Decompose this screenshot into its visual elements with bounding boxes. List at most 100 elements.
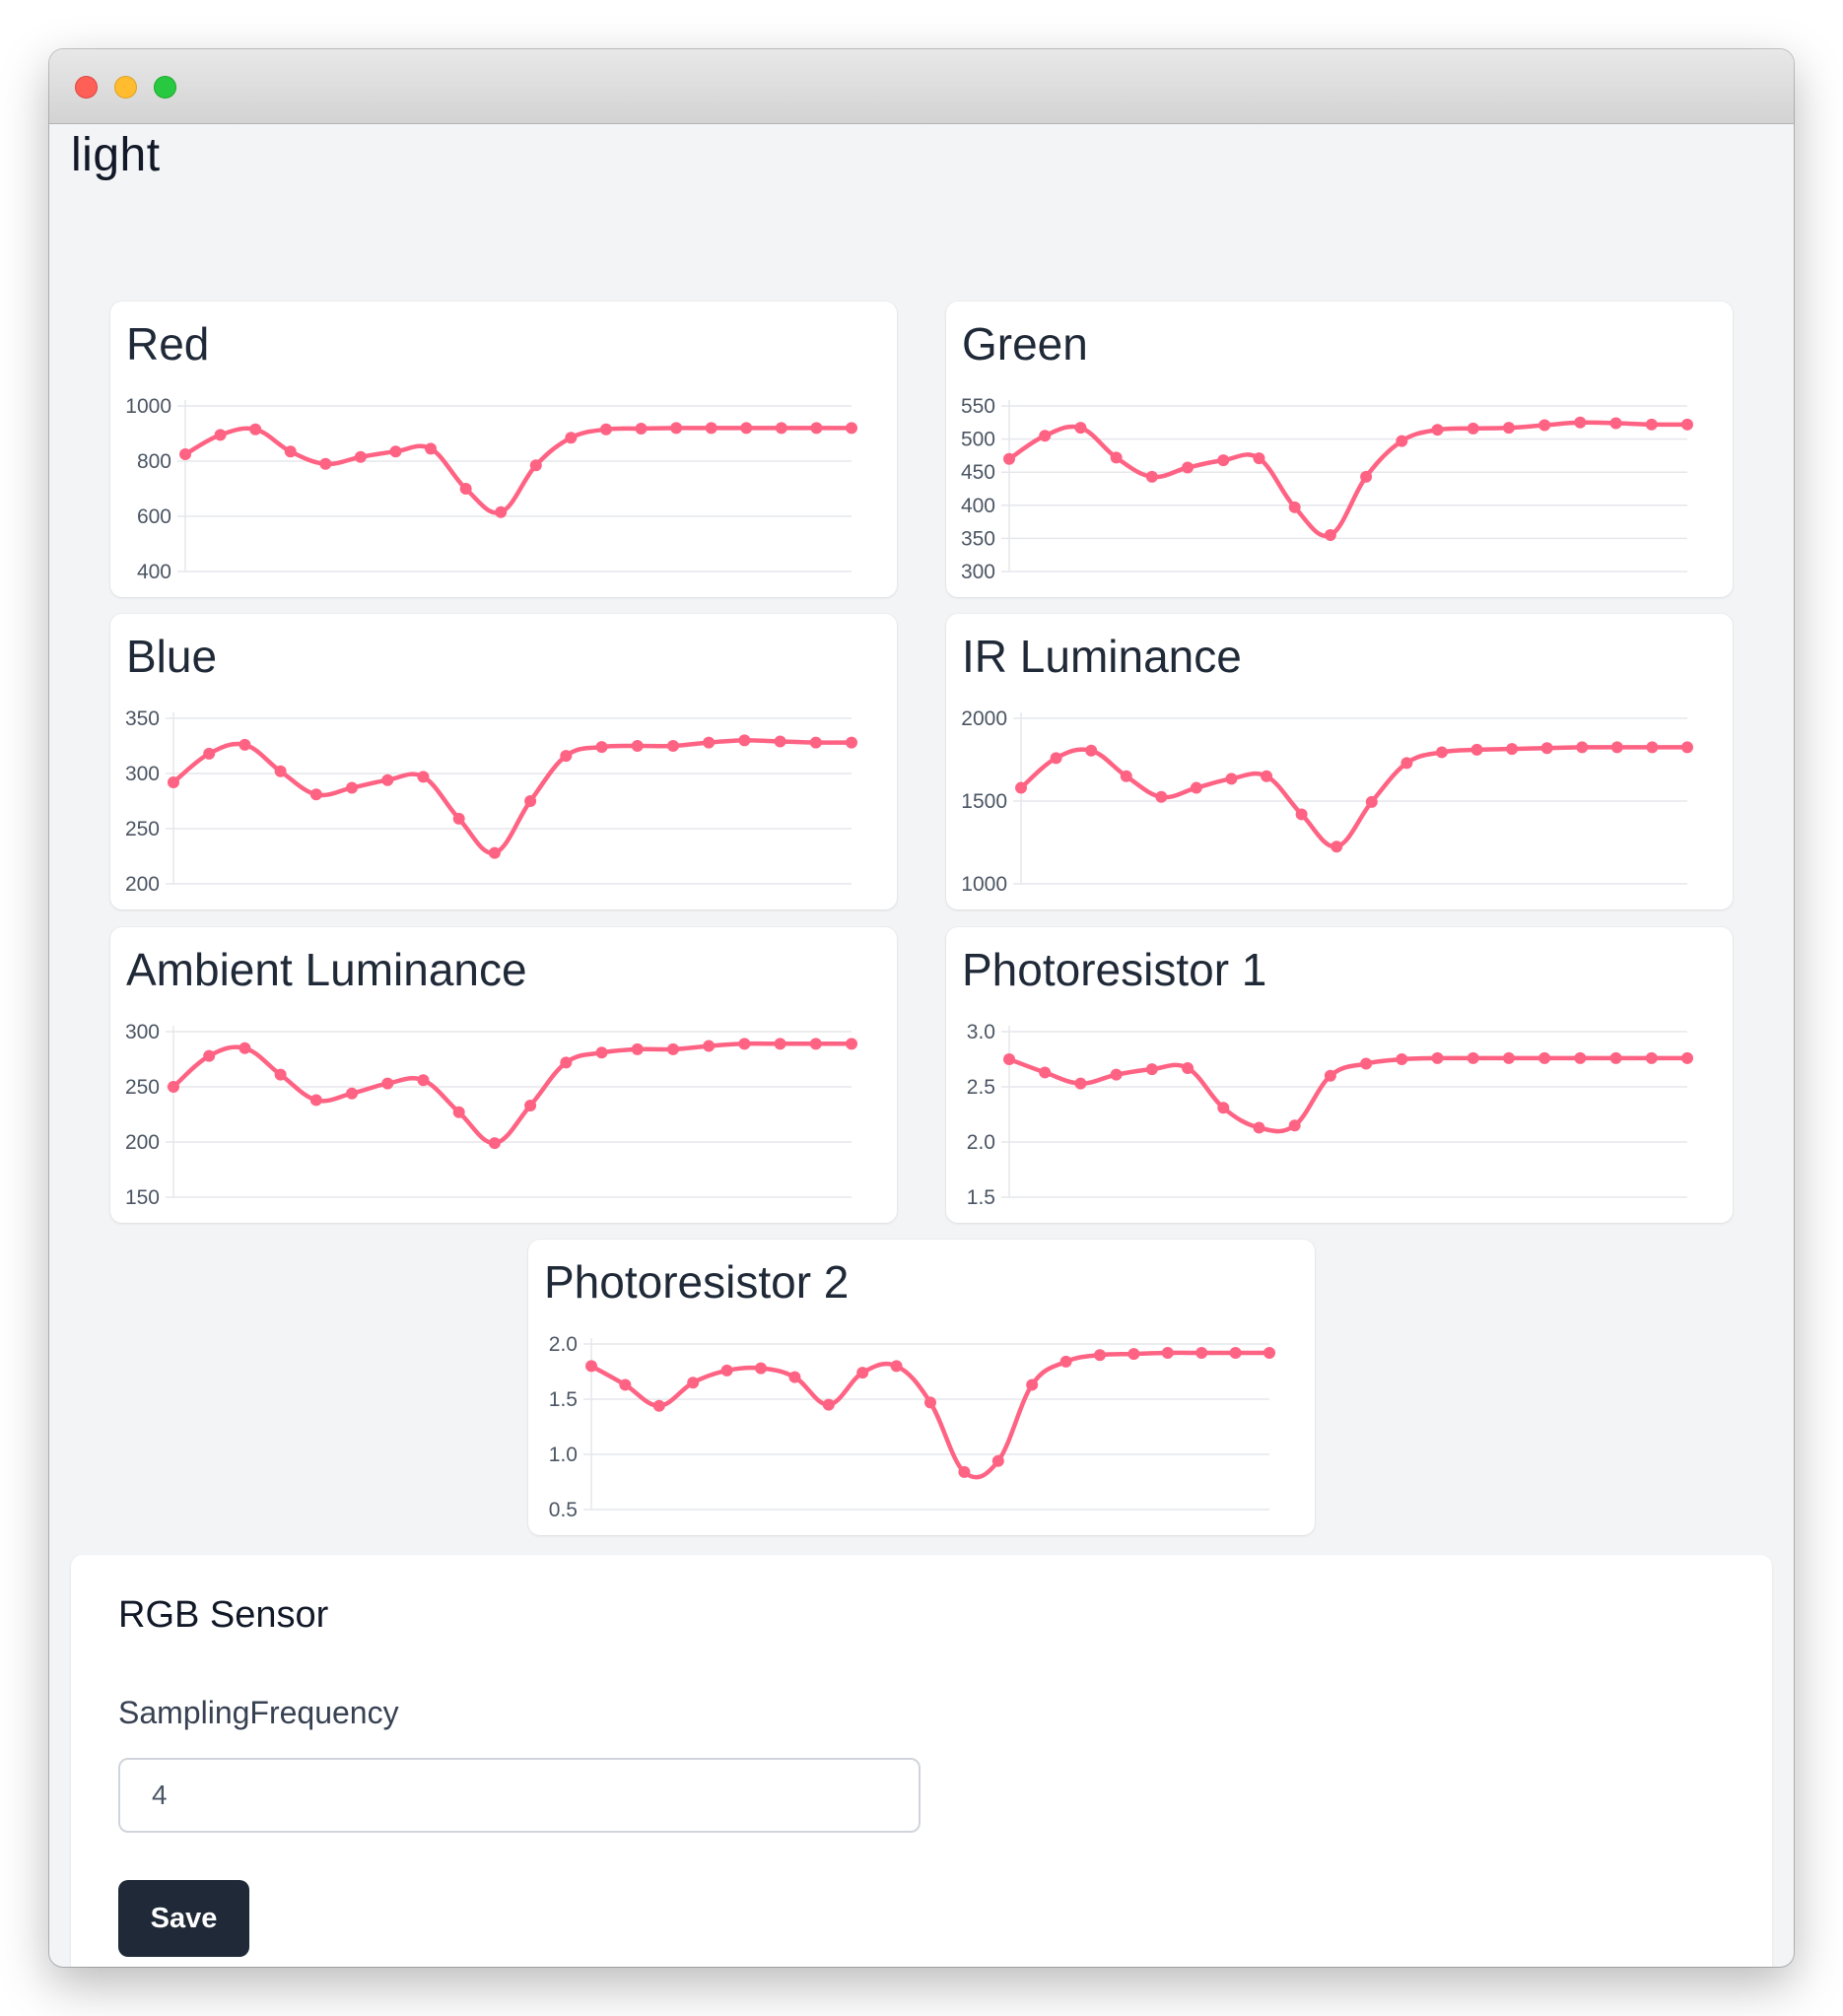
y-tick-label: 300 (125, 1021, 160, 1043)
y-tick-label: 1000 (961, 873, 1007, 896)
data-point (687, 1377, 700, 1389)
chart-card-green: Green 550 500 450 400 350 300 (946, 302, 1733, 597)
close-window-icon[interactable] (75, 76, 98, 99)
data-point (1074, 422, 1087, 435)
data-point (1646, 741, 1659, 754)
data-point (524, 1100, 537, 1112)
data-point (1003, 452, 1015, 465)
data-point (1610, 741, 1623, 754)
chart-card-red: Red 1000 800 600 400 (110, 302, 897, 597)
data-point (495, 505, 508, 518)
data-point (1324, 529, 1336, 542)
data-point (774, 1038, 786, 1050)
data-point (1538, 1051, 1551, 1064)
y-tick-label: 0.5 (549, 1499, 578, 1521)
data-point (1645, 1051, 1658, 1064)
data-point (560, 1056, 573, 1069)
data-point (1039, 1066, 1052, 1079)
chart-card-photoresistor-1: Photoresistor 1 3.0 2.5 2.0 1.5 (946, 927, 1733, 1223)
data-point (452, 1106, 465, 1118)
data-point (666, 1042, 679, 1055)
y-tick-label: 3.0 (967, 1021, 995, 1043)
data-point (417, 771, 430, 783)
data-point (809, 736, 822, 749)
chart-ambient-luminance: 300 250 200 150 (125, 1021, 857, 1209)
data-point (958, 1465, 971, 1478)
data-point (1400, 757, 1413, 770)
y-tick-label: 350 (961, 527, 995, 550)
data-point (846, 422, 857, 435)
y-tick-label: 300 (961, 561, 995, 583)
data-point (1261, 770, 1273, 782)
data-point (1365, 795, 1378, 808)
data-point (354, 450, 367, 463)
save-button[interactable]: Save (118, 1880, 249, 1957)
data-point (168, 1081, 179, 1093)
data-point (1217, 454, 1230, 467)
y-tick-label: 200 (125, 1131, 160, 1154)
y-tick-label: 800 (137, 450, 171, 473)
y-tick-label: 350 (125, 707, 160, 730)
data-point (214, 429, 227, 441)
app-window: light Red 1000 800 600 400 Green 550 500 450 4… (49, 49, 1794, 1967)
data-point (1039, 430, 1052, 442)
data-point (1538, 419, 1551, 432)
y-tick-label: 2000 (961, 707, 1007, 730)
data-point (775, 422, 787, 435)
data-point (856, 1367, 869, 1379)
y-tick-label: 500 (961, 429, 995, 451)
data-point (1182, 1061, 1195, 1074)
data-point (738, 734, 751, 747)
data-point (1253, 452, 1265, 465)
data-point (1396, 1053, 1408, 1065)
data-point (1360, 470, 1373, 483)
series-line (183, 426, 852, 515)
y-tick-label: 400 (961, 495, 995, 517)
y-tick-label: 2.5 (967, 1076, 995, 1099)
data-point (703, 736, 716, 749)
data-point (1467, 422, 1479, 435)
data-point (1609, 1051, 1622, 1064)
data-point (810, 422, 823, 435)
y-tick-label: 550 (961, 395, 995, 418)
data-point (846, 1038, 857, 1050)
minimize-window-icon[interactable] (114, 76, 137, 99)
data-point (595, 1046, 608, 1059)
chart-card-ambient-luminance: Ambient Luminance 300 250 200 150 (110, 927, 897, 1223)
data-point (705, 422, 717, 435)
data-point (1324, 1069, 1336, 1082)
sampling-frequency-input[interactable] (118, 1758, 921, 1833)
data-point (720, 1364, 733, 1377)
chart-photoresistor-1: 3.0 2.5 2.0 1.5 (967, 1021, 1693, 1209)
data-point (1074, 1077, 1087, 1090)
data-point (381, 773, 394, 786)
data-point (560, 750, 573, 763)
data-point (822, 1398, 835, 1411)
y-tick-label: 600 (137, 505, 171, 528)
data-point (1110, 451, 1123, 464)
data-point (846, 736, 857, 749)
data-point (1435, 746, 1448, 759)
data-point (1026, 1378, 1039, 1391)
data-point (809, 1038, 822, 1050)
data-point (346, 1087, 359, 1100)
data-point (1182, 461, 1195, 474)
data-point (452, 812, 465, 825)
data-point (1681, 1051, 1693, 1064)
data-point (1263, 1346, 1275, 1359)
y-tick-label: 2.0 (967, 1131, 995, 1154)
chart-card-ir-luminance: IR Luminance 2000 1500 1000 (946, 614, 1733, 909)
data-point (619, 1378, 632, 1391)
data-point (249, 423, 262, 436)
data-point (239, 738, 251, 751)
zoom-window-icon[interactable] (154, 76, 176, 99)
data-point (565, 432, 578, 444)
y-tick-label: 1000 (125, 395, 171, 418)
data-point (319, 457, 332, 470)
data-point (1431, 1051, 1444, 1064)
data-point (1574, 1051, 1587, 1064)
data-point (203, 1049, 216, 1062)
data-point (381, 1077, 394, 1090)
data-point (1217, 1102, 1230, 1114)
y-tick-label: 200 (125, 873, 160, 896)
